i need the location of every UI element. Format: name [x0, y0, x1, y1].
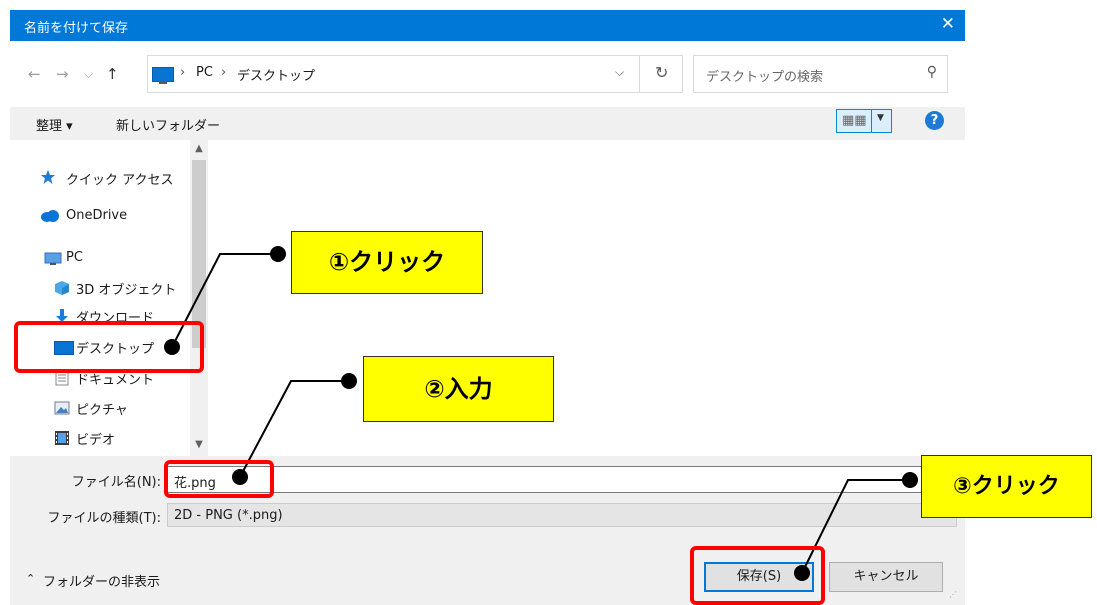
- annotation-dot: [232, 469, 248, 485]
- callout-step2: ②入力: [363, 356, 554, 422]
- annotation-dot: [164, 339, 180, 355]
- annotation-dot: [341, 373, 357, 389]
- highlight-filename: [164, 460, 274, 498]
- callout-step3: ③クリック: [921, 455, 1092, 518]
- annotation-dot: [902, 472, 918, 488]
- annotation-dot: [270, 246, 286, 262]
- callout-step1: ①クリック: [291, 231, 483, 294]
- annotation-dot: [794, 565, 810, 581]
